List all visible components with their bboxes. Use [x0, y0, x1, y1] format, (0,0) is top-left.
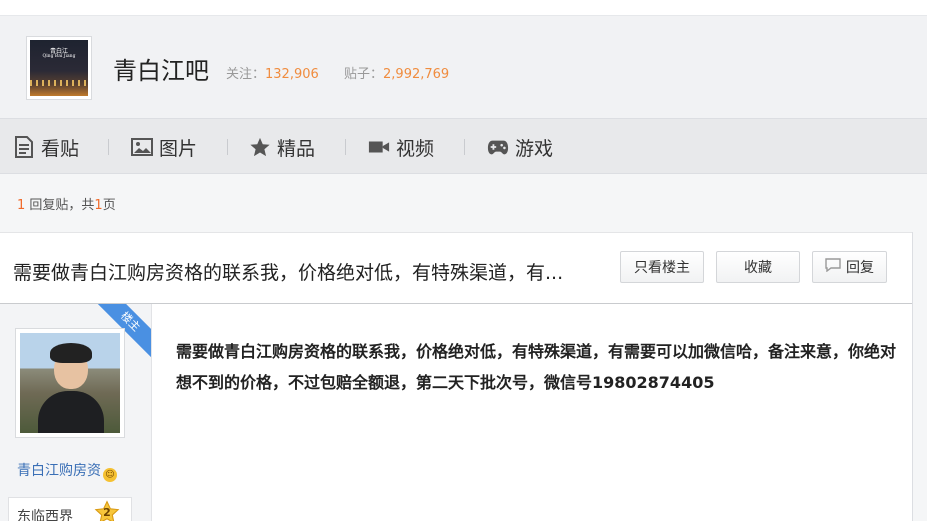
tab-posts[interactable]: 看贴 [13, 119, 79, 175]
forum-tabs: 看贴 图片 精品 视频 游戏 [0, 118, 927, 174]
forum-header: 青白江 Qing Bai Jiang 青白江吧 关注：132,906 贴子：2,… [0, 16, 927, 118]
favorite-button[interactable]: 收藏 [716, 251, 800, 283]
document-icon [13, 136, 35, 158]
top-strip [0, 0, 927, 16]
speech-bubble-icon [825, 258, 841, 276]
right-gutter [912, 232, 927, 521]
forum-avatar-subtitle: Qing Bai Jiang [42, 54, 76, 59]
forum-avatar[interactable]: 青白江 Qing Bai Jiang [26, 36, 92, 100]
page-count: 1 [94, 198, 103, 213]
reply-text: 回复贴，共 [25, 198, 95, 213]
post-floor: 楼主 青白江购房资 ☺ 东临西界 2 需要做青白江购房资格的联系我，价格绝对低，有… [0, 304, 912, 521]
author-panel: 楼主 青白江购房资 ☺ 东临西界 2 [0, 304, 152, 521]
tab-divider [227, 139, 228, 155]
tab-divider [108, 139, 109, 155]
post-content: 需要做青白江购房资格的联系我，价格绝对低，有特殊渠道，有需要可以加微信哈，备注来… [176, 342, 897, 392]
forum-title[interactable]: 青白江吧 [113, 51, 209, 86]
level-star-icon: 2 [93, 500, 121, 521]
author-username[interactable]: 青白江购房资 ☺ [17, 460, 117, 482]
tab-divider [345, 139, 346, 155]
tab-label: 视频 [396, 137, 435, 160]
posts-stat: 贴子：2,992,769 [344, 63, 449, 82]
thread-title-bar: 需要做青白江购房资格的联系我，价格绝对低，有特殊渠道，有... 只看楼主 收藏 … [0, 232, 912, 304]
follow-stat: 关注：132,906 [226, 63, 319, 82]
tab-label: 游戏 [515, 137, 554, 160]
level-number: 2 [103, 506, 111, 519]
follow-label: 关注： [226, 67, 266, 82]
level-name: 东临西界 [17, 509, 73, 521]
video-camera-icon [368, 136, 390, 158]
only-op-button[interactable]: 只看楼主 [620, 251, 704, 283]
image-icon [131, 136, 153, 158]
reply-button-label: 回复 [846, 260, 874, 276]
tab-divider [464, 139, 465, 155]
posts-count: 2,992,769 [383, 67, 450, 82]
city-lights-decoration [30, 80, 88, 86]
author-avatar-image [20, 333, 120, 433]
pager-bar: 1 回复贴，共1页 [0, 174, 927, 230]
tab-label: 精品 [277, 137, 316, 160]
tab-videos[interactable]: 视频 [368, 119, 434, 175]
smiley-icon: ☺ [103, 468, 117, 482]
tab-label: 图片 [159, 137, 198, 160]
posts-label: 贴子： [344, 67, 384, 82]
follow-count: 132,906 [265, 67, 319, 82]
pager-summary: 1 回复贴，共1页 [17, 194, 116, 213]
page-text: 页 [102, 198, 116, 213]
tab-featured[interactable]: 精品 [249, 119, 315, 175]
avatar-hair-shape [50, 343, 92, 363]
author-username-text: 青白江购房资 [17, 463, 101, 479]
tab-images[interactable]: 图片 [131, 119, 197, 175]
author-level[interactable]: 东临西界 2 [8, 497, 132, 521]
forum-avatar-image: 青白江 Qing Bai Jiang [30, 40, 88, 96]
gamepad-icon [487, 136, 509, 158]
tab-games[interactable]: 游戏 [487, 119, 553, 175]
star-icon [249, 136, 271, 158]
reply-button[interactable]: 回复 [812, 251, 887, 283]
thread-title: 需要做青白江购房资格的联系我，价格绝对低，有特殊渠道，有... [13, 262, 564, 284]
author-avatar[interactable] [15, 328, 125, 438]
tab-label: 看贴 [41, 137, 80, 160]
avatar-body-shape [38, 391, 104, 433]
